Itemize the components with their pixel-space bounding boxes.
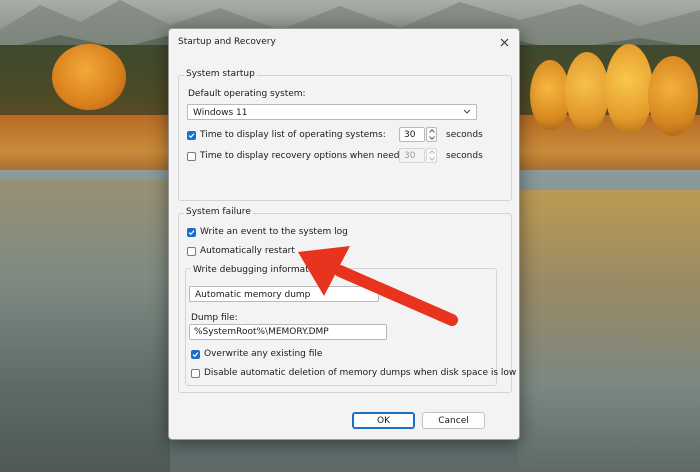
display-os-list-checkbox[interactable]: Time to display list of operating system… <box>187 130 386 140</box>
wallpaper-tree <box>648 56 698 136</box>
display-recovery-checkbox[interactable]: Time to display recovery options when ne… <box>187 151 414 161</box>
auto-restart-label: Automatically restart <box>200 246 295 256</box>
wallpaper-tree <box>530 60 570 130</box>
checkbox-unchecked-icon <box>187 151 196 161</box>
title-bar[interactable]: Startup and Recovery <box>169 29 519 55</box>
cancel-button[interactable]: Cancel <box>422 412 485 429</box>
dump-file-label: Dump file: <box>191 313 238 323</box>
close-icon <box>500 38 508 46</box>
checkbox-checked-icon <box>187 227 196 237</box>
chevron-down-icon <box>463 109 471 114</box>
spin-up-icon[interactable] <box>427 128 436 134</box>
default-os-value: Windows 11 <box>193 108 248 118</box>
display-recovery-seconds-value: 30 <box>404 151 416 161</box>
checkbox-checked-icon <box>191 349 200 359</box>
dump-file-value: %SystemRoot%\MEMORY.DMP <box>194 327 329 337</box>
dump-type-value: Automatic memory dump <box>195 290 311 300</box>
display-recovery-seconds-input: 30 <box>399 148 425 163</box>
wallpaper-reflection-left <box>0 180 170 472</box>
disable-auto-delete-checkbox[interactable]: Disable automatic deletion of memory dum… <box>191 368 516 378</box>
auto-restart-checkbox[interactable]: Automatically restart <box>187 246 295 256</box>
disable-auto-delete-label: Disable automatic deletion of memory dum… <box>204 368 517 378</box>
checkbox-unchecked-icon <box>191 368 200 378</box>
display-os-list-seconds-input[interactable]: 30 <box>399 127 425 142</box>
close-button[interactable] <box>493 32 515 52</box>
display-recovery-label: Time to display recovery options when ne… <box>200 151 414 161</box>
checkbox-unchecked-icon <box>187 246 196 256</box>
spin-down-icon <box>427 156 436 162</box>
overwrite-file-label: Overwrite any existing file <box>204 349 323 359</box>
display-os-list-unit: seconds <box>446 130 483 140</box>
dump-type-select[interactable]: Automatic memory dump <box>189 286 379 302</box>
default-os-select[interactable]: Windows 11 <box>187 104 477 120</box>
display-recovery-unit: seconds <box>446 151 483 161</box>
debugging-info-label: Write debugging information <box>191 265 325 275</box>
display-os-list-spinner[interactable] <box>426 127 437 142</box>
spin-up-icon <box>427 149 436 155</box>
spin-down-icon[interactable] <box>427 135 436 141</box>
window-title: Startup and Recovery <box>178 37 276 47</box>
ok-button[interactable]: OK <box>352 412 415 429</box>
wallpaper-tree <box>52 44 126 110</box>
system-startup-group-label: System startup <box>184 69 257 79</box>
write-event-checkbox[interactable]: Write an event to the system log <box>187 227 348 237</box>
display-recovery-spinner <box>426 148 437 163</box>
write-event-label: Write an event to the system log <box>200 227 348 237</box>
startup-recovery-dialog: Startup and Recovery System startup Defa… <box>168 28 520 440</box>
wallpaper-tree <box>565 52 609 132</box>
checkbox-checked-icon <box>187 130 196 140</box>
default-os-label: Default operating system: <box>188 89 306 99</box>
dump-file-input[interactable]: %SystemRoot%\MEMORY.DMP <box>189 324 387 340</box>
wallpaper-reflection-right <box>518 190 700 472</box>
system-failure-group-label: System failure <box>184 207 253 217</box>
wallpaper-tree <box>605 44 653 134</box>
display-os-list-label: Time to display list of operating system… <box>200 130 386 140</box>
overwrite-file-checkbox[interactable]: Overwrite any existing file <box>191 349 322 359</box>
display-os-list-seconds-value: 30 <box>404 130 416 140</box>
